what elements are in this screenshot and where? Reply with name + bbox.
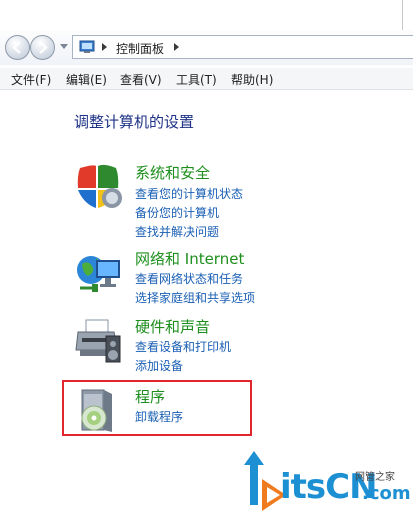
category-link[interactable]: 查看您的计算机状态 (135, 185, 243, 202)
menu-help[interactable]: 帮助(H) (231, 71, 273, 88)
page-heading: 调整计算机的设置 (74, 113, 195, 131)
category-link[interactable]: 查看设备和打印机 (135, 338, 231, 355)
printer-speaker-icon[interactable] (74, 316, 124, 366)
main-content: 调整计算机的设置 系统和安全 查看您的计算机状态 备份您的计算机 查找并解决问题 (0, 90, 413, 523)
category-link[interactable]: 选择家庭组和共享选项 (135, 289, 255, 306)
category-link[interactable]: 查看网络状态和任务 (135, 270, 243, 287)
category-link[interactable]: 查找并解决问题 (135, 223, 219, 240)
breadcrumb-separator-icon[interactable] (174, 43, 179, 51)
category-title[interactable]: 硬件和声音 (135, 316, 210, 337)
category-link[interactable]: 添加设备 (135, 357, 183, 374)
recent-pages-dropdown[interactable] (60, 44, 68, 49)
back-button[interactable] (5, 35, 30, 60)
window-top-strip (0, 0, 413, 30)
arrow-right-icon (39, 41, 48, 54)
menu-file[interactable]: 文件(F) (11, 71, 51, 88)
menu-view[interactable]: 查看(V) (120, 71, 162, 88)
highlight-box (62, 380, 252, 436)
window-edge (402, 0, 403, 30)
menu-tools[interactable]: 工具(T) (176, 71, 217, 88)
watermark-small-text: 网管之家 (355, 472, 395, 483)
network-globe-icon[interactable] (74, 248, 124, 298)
watermark: itsCN 网管之家 .com (234, 445, 412, 523)
address-bar[interactable]: 控制面板 (72, 35, 413, 59)
control-panel-icon (79, 40, 95, 53)
shield-icon[interactable] (74, 162, 124, 212)
category-link[interactable]: 备份您的计算机 (135, 204, 219, 221)
menu-edit[interactable]: 编辑(E) (66, 71, 107, 88)
breadcrumb-control-panel[interactable]: 控制面板 (116, 40, 164, 57)
watermark-domain: .com (362, 483, 411, 504)
breadcrumb-separator-icon[interactable] (102, 43, 107, 51)
forward-button[interactable] (30, 35, 55, 60)
arrow-left-icon (12, 41, 21, 54)
category-title[interactable]: 系统和安全 (135, 162, 210, 183)
menu-bar: 文件(F) 编辑(E) 查看(V) 工具(T) 帮助(H) (0, 68, 413, 90)
category-title[interactable]: 网络和 Internet (135, 248, 244, 269)
